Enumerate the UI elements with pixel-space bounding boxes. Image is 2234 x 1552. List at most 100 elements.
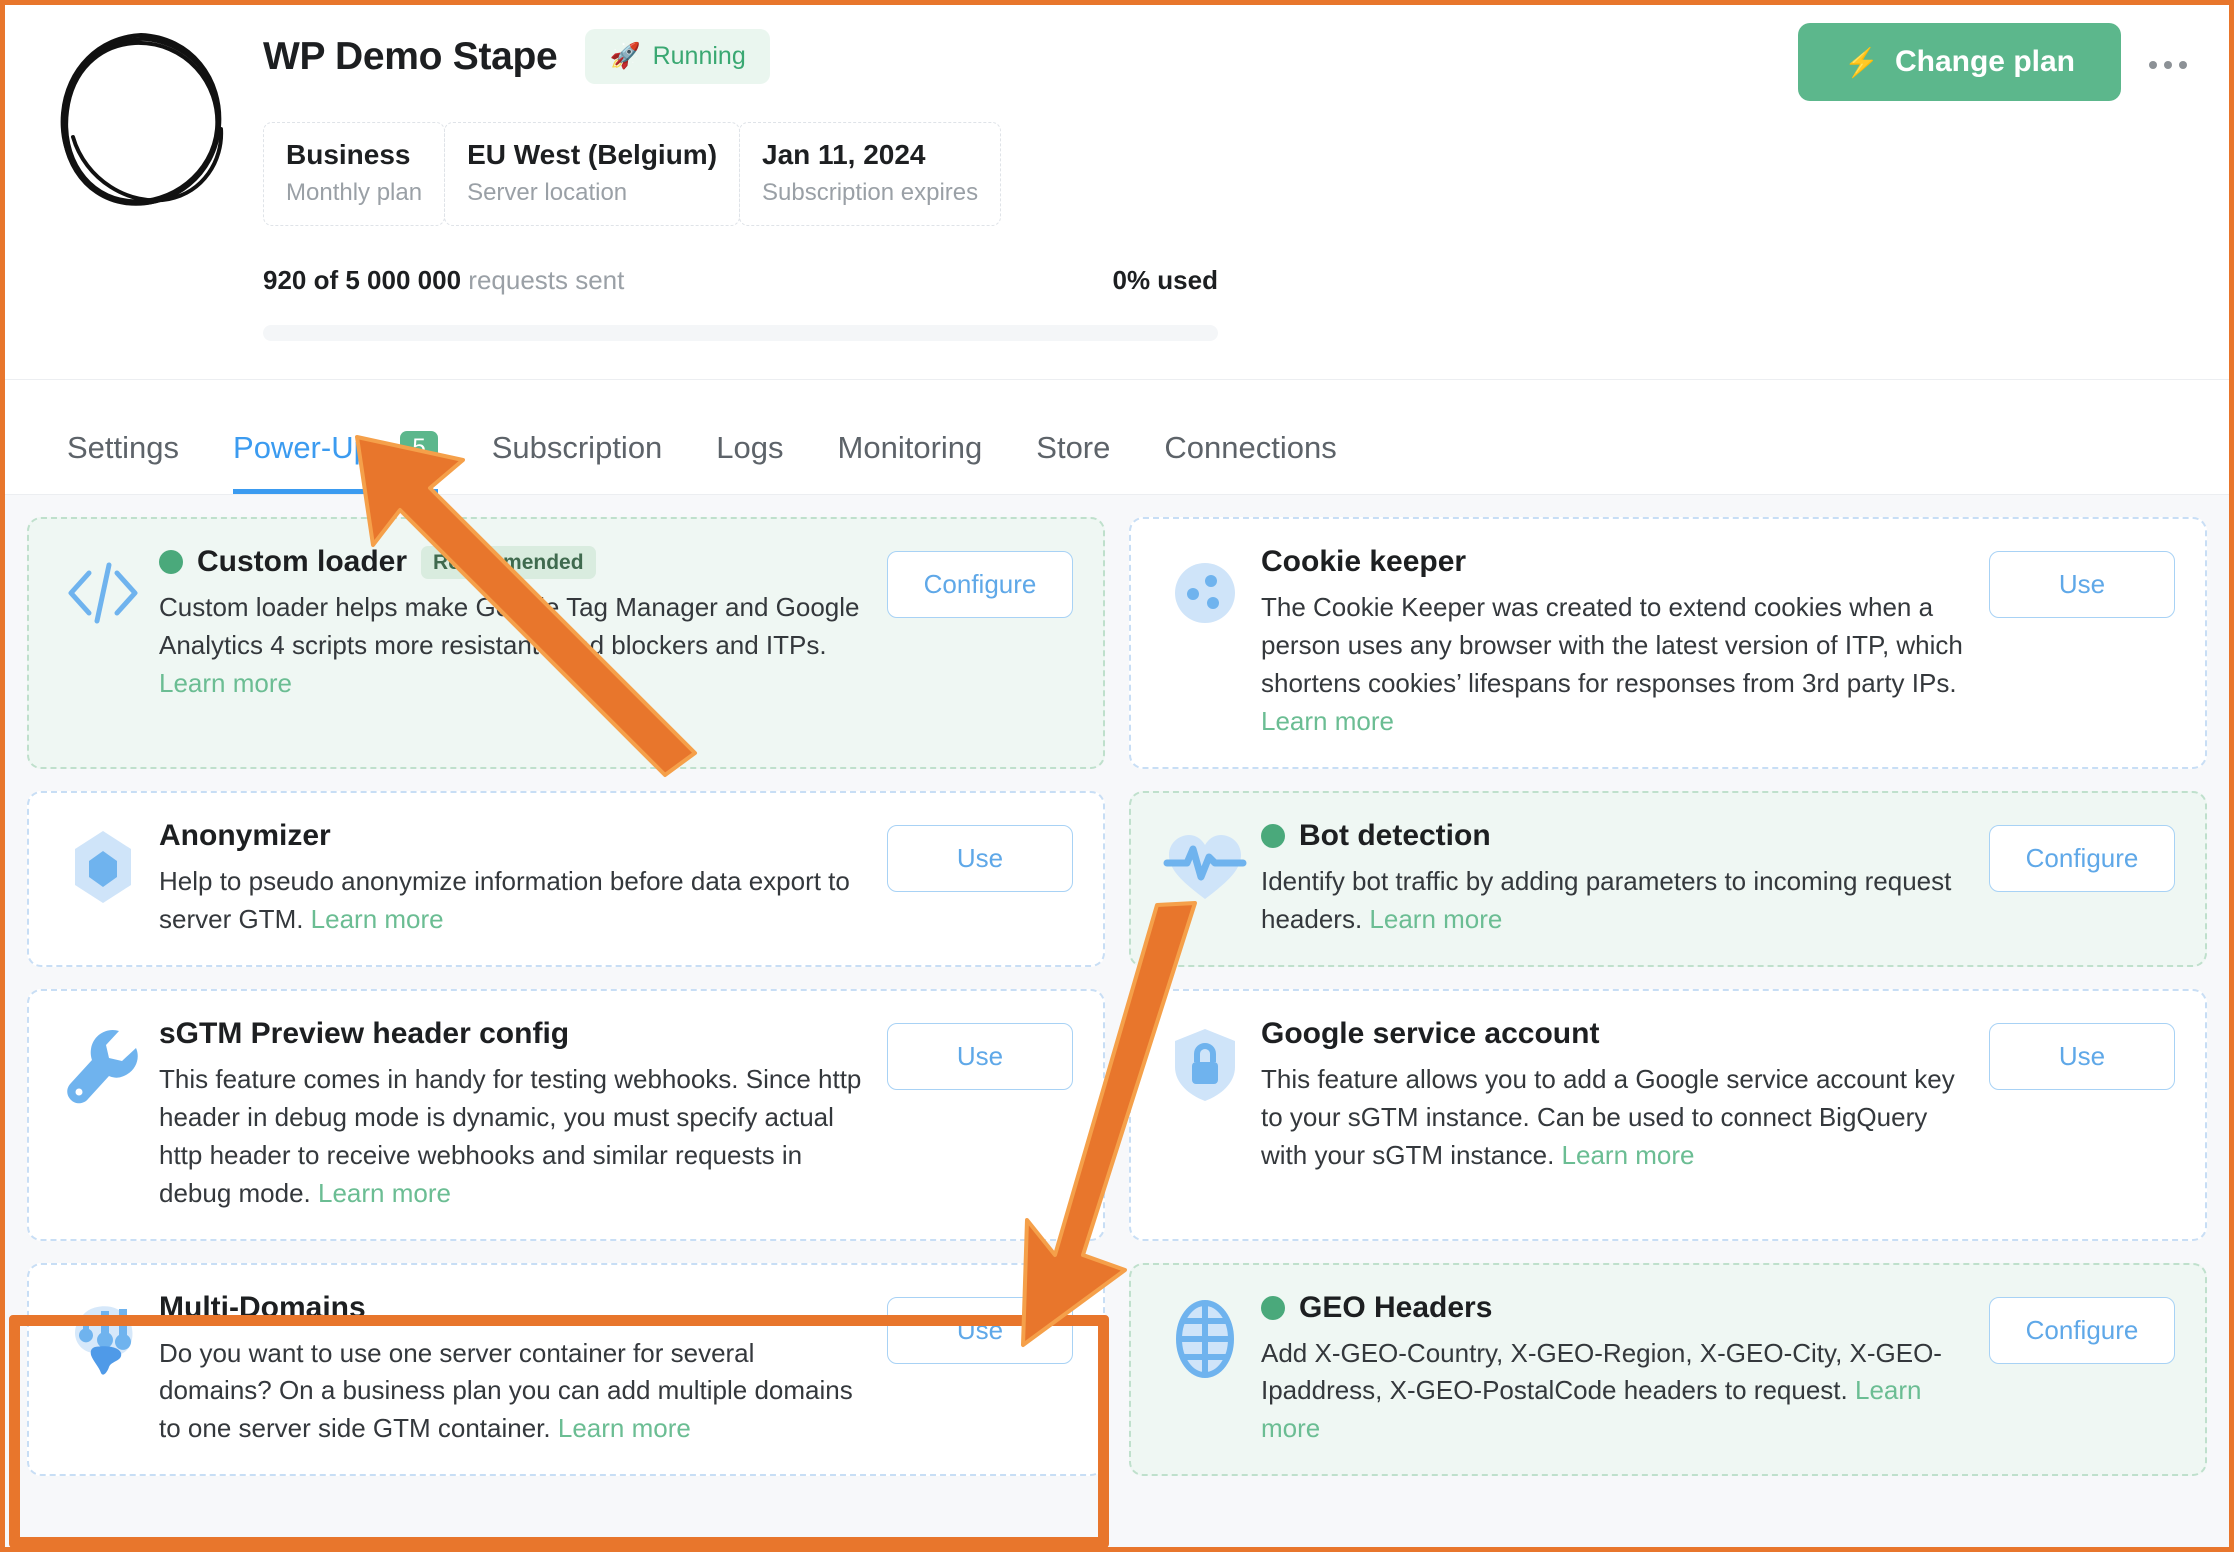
powerup-card-body: Multi-Domains Do you want to use one serv… [159,1291,887,1449]
powerup-card-body: Google service account This feature allow… [1261,1017,1989,1175]
powerup-action-button-custom-loader[interactable]: Configure [887,551,1073,618]
tab-settings[interactable]: Settings [67,430,206,494]
powerup-title: Multi-Domains [159,1290,366,1324]
powerup-description-text: Help to pseudo anonymize information bef… [159,865,850,934]
meta-plan-value: Business [286,139,411,170]
powerup-title-row: sGTM Preview header config [159,1017,871,1051]
powerup-description: This feature allows you to add a Google … [1261,1061,1973,1175]
tab-connections[interactable]: Connections [1137,430,1363,494]
powerup-card-google-service-account: Google service account This feature allow… [1129,988,2207,1241]
meta-location-label: Server location [467,179,628,206]
status-dot-enabled-icon [1261,823,1285,848]
powerup-description-text: Do you want to use one server container … [159,1337,853,1444]
tab-power-ups[interactable]: Power-Ups 5 [206,430,465,494]
powerup-card-body: Anonymizer Help to pseudo anonymize infor… [159,819,887,939]
usage-row: 920 of 5 000 000 requests sent 0% used [263,265,1218,296]
powerup-card-body: Cookie keeper The Cookie Keeper was creat… [1261,545,1989,741]
tab-monitoring[interactable]: Monitoring [811,430,1010,494]
tab-label: Settings [67,430,180,465]
cookie-icon [1161,549,1249,637]
status-badge: 🚀 Running [585,29,770,84]
meta-expires-label: Subscription expires [762,179,979,206]
change-plan-label: Change plan [1894,45,2075,78]
powerup-action-button-bot-detection[interactable]: Configure [1989,824,2175,892]
more-options-icon[interactable] [2143,45,2193,85]
powerup-description: The Cookie Keeper was created to extend … [1261,589,1973,741]
workspace-logo [43,17,243,227]
powerup-description: Do you want to use one server container … [159,1335,871,1449]
learn-more-link[interactable]: Learn more [1261,706,1394,736]
powerup-title: Anonymizer [159,818,331,852]
learn-more-link[interactable]: Learn more [1369,904,1502,934]
requests-sent: 920 of 5 000 000 requests sent [263,265,624,296]
powerup-title: Google service account [1261,1016,1600,1050]
tab-label: Connections [1164,430,1337,465]
kebab-dot-2 [2164,61,2172,69]
status-dot-enabled-icon [159,550,183,574]
title-row: WP Demo Stape 🚀 Running [263,29,770,84]
powerup-card-bot-detection: Bot detection Identify bot traffic by add… [1129,790,2207,967]
powerup-card-body: Bot detection Identify bot traffic by add… [1261,819,1989,939]
meta-expires-value: Jan 11, 2024 [762,139,926,170]
powerup-card-body: sGTM Preview header config This feature c… [159,1017,887,1213]
meta-subscription-expires: Jan 11, 2024 Subscription expires [739,122,1002,226]
learn-more-link[interactable]: Learn more [558,1413,691,1443]
learn-more-link[interactable]: Learn more [318,1178,451,1208]
status-dot-enabled-icon [1261,1295,1285,1320]
powerup-title: Bot detection [1299,818,1491,852]
tab-badge-count: 5 [400,431,438,465]
powerups-panel: Custom loader Recommended Custom loader he… [5,495,2229,1547]
powerup-action-button-geo-headers[interactable]: Configure [1989,1296,2175,1364]
learn-more-link[interactable]: Learn more [311,904,444,934]
requests-sent-suffix: requests sent [468,265,625,295]
change-plan-button[interactable]: ⚡ Change plan [1798,23,2121,101]
powerup-action-button-multi-domains[interactable]: Use [887,1296,1073,1364]
status-label: Running [652,42,746,70]
usage-percent: 0% used [1112,265,1219,295]
powerup-description: This feature comes in handy for testing … [159,1061,871,1213]
tab-subscription[interactable]: Subscription [465,430,690,494]
page-title: WP Demo Stape [263,34,558,78]
tab-logs[interactable]: Logs [689,430,810,494]
powerup-description-text: The Cookie Keeper was created to extend … [1261,592,1963,698]
powerup-card-cookie-keeper: Cookie keeper The Cookie Keeper was creat… [1129,517,2207,769]
tab-label: Logs [716,430,784,465]
meta-plan-label: Monthly plan [286,179,423,206]
tab-bar: Settings Power-Ups 5 Subscription Logs Monito… [5,380,2229,495]
powerup-action-button-cookie-keeper[interactable]: Use [1989,551,2175,618]
meta-server-location: EU West (Belgium) Server location [444,122,741,226]
powerup-action-button-sgtm-preview-header-config[interactable]: Use [887,1022,1073,1090]
heart-pulse-icon [1161,823,1249,911]
powerup-title: Cookie keeper [1261,545,1467,578]
powerup-description-text: Custom loader helps make Google Tag Mana… [159,592,860,660]
learn-more-link[interactable]: Learn more [1562,1140,1695,1170]
powerup-title: sGTM Preview header config [159,1016,570,1050]
powerup-title-row: Anonymizer [159,819,871,853]
multi-domains-brain-icon [59,1295,147,1383]
powerup-title-row: GEO Headers [1261,1291,1973,1325]
tab-label: Subscription [491,430,663,465]
powerup-card-body: GEO Headers Add X-GEO-Country, X-GEO-Regi… [1261,1291,1989,1449]
powerup-card-anonymizer: Anonymizer Help to pseudo anonymize infor… [27,790,1105,967]
powerup-action-button-anonymizer[interactable]: Use [887,824,1073,892]
kebab-dot-1 [2149,61,2157,69]
powerup-card-body: Custom loader Recommended Custom loader he… [159,545,887,703]
usage-progress-bar [263,325,1218,341]
powerup-card-multi-domains: Multi-Domains Do you want to use one serv… [27,1262,1105,1477]
globe-grid-icon [1161,1295,1249,1383]
plan-meta-row: Business Monthly plan EU West (Belgium) … [263,122,1002,226]
powerup-description: Identify bot traffic by adding parameter… [1261,863,1973,939]
powerup-description-text: Identify bot traffic by adding parameter… [1261,865,1952,934]
powerup-action-button-google-service-account[interactable]: Use [1989,1022,2175,1090]
learn-more-link[interactable]: Learn more [159,668,292,698]
powerup-title-row: Multi-Domains [159,1291,871,1325]
powerup-title-row: Bot detection [1261,819,1973,853]
kebab-dot-3 [2179,61,2187,69]
powerup-title: GEO Headers [1299,1290,1493,1324]
recommended-badge: Recommended [421,545,596,579]
lightning-bolt-icon: ⚡ [1844,46,1879,78]
tab-store[interactable]: Store [1009,430,1137,494]
requests-sent-count: 920 of 5 000 000 [263,265,462,295]
powerup-title: Custom loader [197,545,408,578]
hexagon-shield-icon [59,823,147,911]
